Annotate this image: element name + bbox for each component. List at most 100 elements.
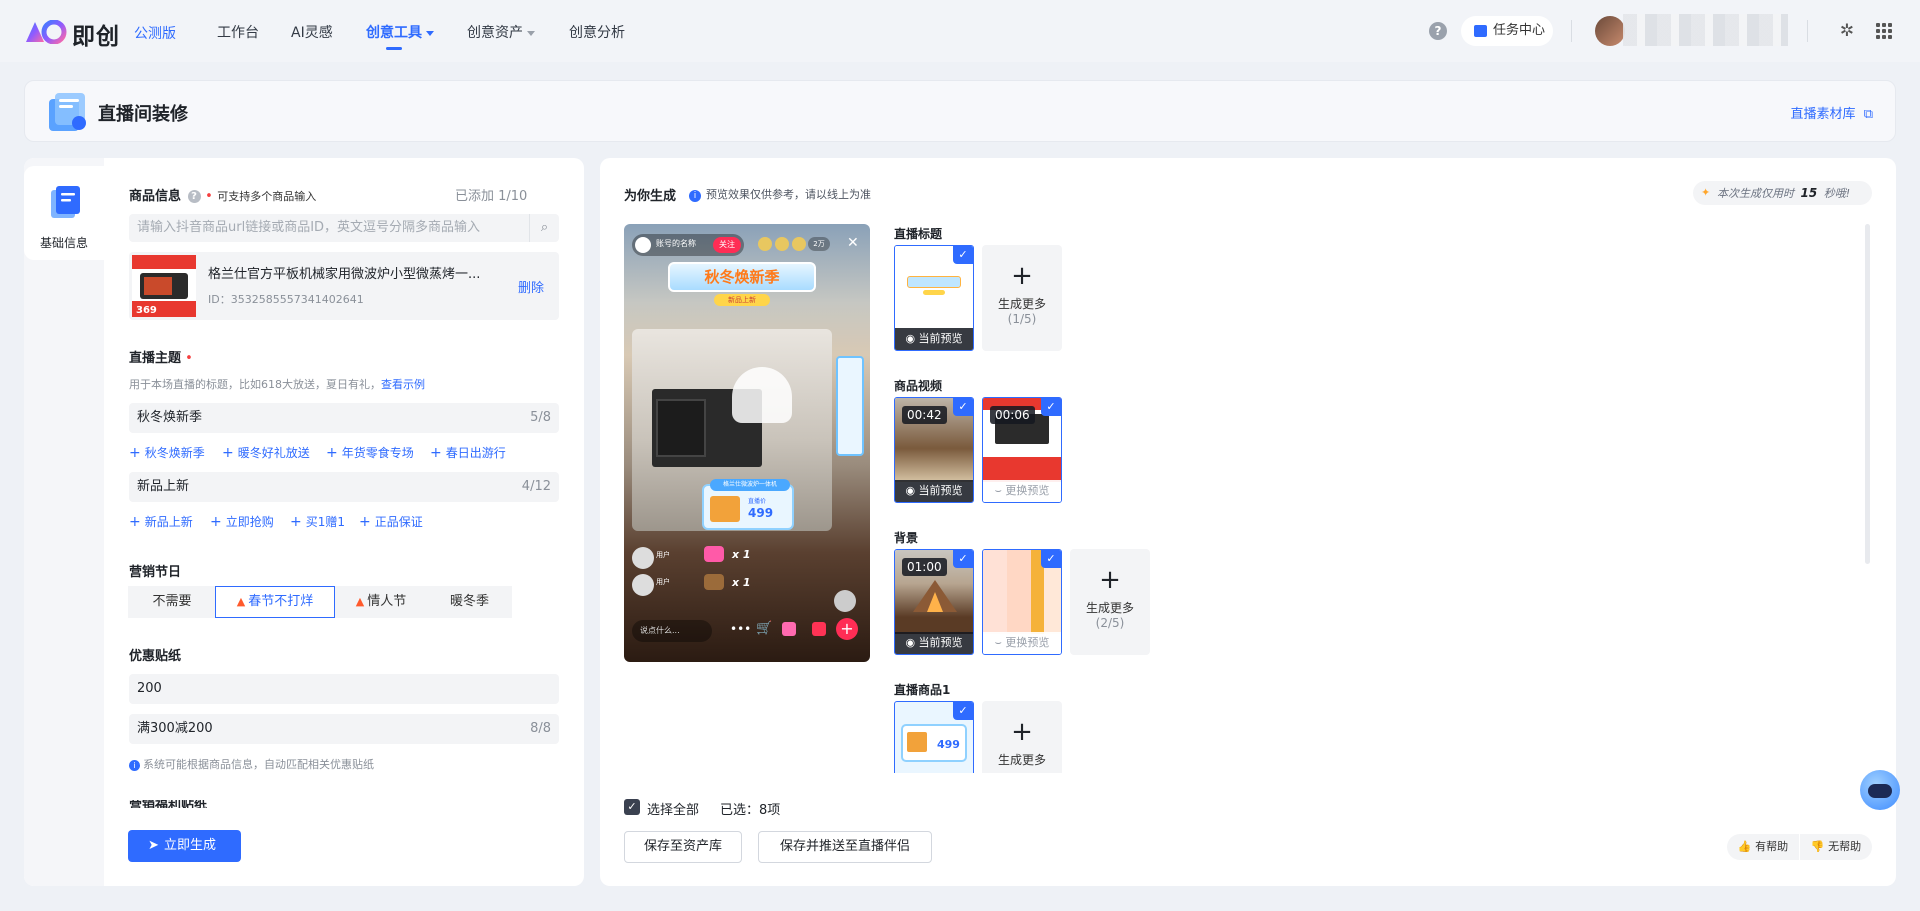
- eye-closed-icon: ⌣: [994, 636, 1006, 649]
- suggest-chip[interactable]: + 春日出游行: [430, 444, 506, 461]
- coupon-amount-input[interactable]: 200: [129, 674, 559, 704]
- festival-option-valentine[interactable]: ▲ 情人节: [335, 586, 427, 618]
- select-all-checkbox[interactable]: ✓: [624, 799, 640, 815]
- eye-closed-icon: ⌣: [994, 484, 1006, 497]
- nav-creative-tools[interactable]: 创意工具: [366, 22, 434, 42]
- assistant-robot-icon[interactable]: [1856, 764, 1900, 824]
- background-asset-card[interactable]: 01:00 ✓ ◉ 当前预览: [894, 549, 974, 655]
- checkbox-checked-icon[interactable]: ✓: [1041, 550, 1061, 568]
- viewer-avatar: [775, 237, 789, 251]
- festival-option-winter[interactable]: 暖冬季: [427, 586, 512, 618]
- product-search-input[interactable]: 请输入抖音商品url链接或商品ID，英文逗号分隔多商品输入 ⌕: [129, 214, 559, 242]
- flame-icon: ▲: [355, 595, 365, 608]
- festival-title: 营销节日: [129, 565, 182, 580]
- delete-product-button[interactable]: 删除: [518, 277, 544, 296]
- product-item-card: 369 格兰仕官方平板机械家用微波炉小型微蒸烤一... ID：353258555…: [129, 252, 559, 320]
- blurred-username[interactable]: [1623, 14, 1788, 46]
- title-asset-card[interactable]: ✓ ◉ 当前预览: [894, 245, 974, 351]
- video-asset-card[interactable]: 00:06 ✓ ⌣ 更换预览: [982, 397, 1062, 503]
- question-circle-icon[interactable]: ?: [1429, 22, 1447, 40]
- festival-option-none[interactable]: 不需要: [128, 586, 216, 618]
- live-material-library-link[interactable]: 直播素材库 ⧉: [1791, 103, 1873, 122]
- select-all-label[interactable]: 选择全部: [647, 799, 699, 818]
- jichuang-logo-icon[interactable]: [24, 20, 68, 44]
- nav-ai-inspiration[interactable]: AI灵感: [291, 22, 333, 42]
- plus-icon: +: [1011, 717, 1033, 747]
- subtitle-count: 4/12: [521, 479, 551, 494]
- generate-button[interactable]: ➤ 立即生成: [128, 830, 241, 862]
- checkbox-checked-icon[interactable]: ✓: [953, 246, 973, 264]
- send-icon: ➤: [148, 838, 159, 853]
- switch-preview-label: 更换预览: [1005, 636, 1050, 649]
- suggest-chip[interactable]: + 买1赠1: [290, 513, 345, 530]
- tab-basic-info[interactable]: 基础信息: [24, 166, 104, 260]
- view-example-link[interactable]: 查看示例: [381, 378, 425, 391]
- scrollbar[interactable]: [1865, 224, 1870, 564]
- video-group-label: 商品视频: [894, 379, 943, 393]
- video-asset-card[interactable]: 00:42 ✓ ◉ 当前预览: [894, 397, 974, 503]
- commenter-avatar: [632, 574, 654, 596]
- product-thumbnail[interactable]: 369: [132, 255, 196, 317]
- video-duration: 00:06: [990, 406, 1035, 424]
- main-title-input[interactable]: 秋冬焕新季 5/8: [129, 403, 559, 433]
- timer-value: 15: [1800, 186, 1818, 200]
- generate-more-button[interactable]: + 生成更多: [982, 701, 1062, 773]
- gift-box-icon: [782, 622, 796, 636]
- viewer-count: 2万: [808, 237, 830, 251]
- checkbox-checked-icon[interactable]: ✓: [1041, 398, 1061, 416]
- nav-creative-assets-label: 创意资产: [467, 25, 523, 41]
- generate-more-button[interactable]: + 生成更多 (1/5): [982, 245, 1062, 351]
- question-circle-icon[interactable]: ?: [187, 190, 201, 203]
- product-info-label: 商品信息: [129, 189, 182, 204]
- product-asset-card[interactable]: 499 ✓: [894, 701, 974, 773]
- nav-workbench[interactable]: 工作台: [217, 22, 259, 42]
- save-to-assets-button[interactable]: 保存至资产库: [624, 831, 742, 863]
- video-duration: 00:42: [902, 406, 947, 424]
- grid-apps-icon[interactable]: [1870, 17, 1898, 45]
- search-icon[interactable]: ⌕: [529, 214, 559, 242]
- checkbox-checked-icon[interactable]: ✓: [953, 702, 973, 720]
- task-center-button[interactable]: 任务中心: [1461, 16, 1553, 46]
- room-name: 账号的名称: [656, 239, 696, 248]
- coupon-rule-count: 8/8: [530, 721, 551, 736]
- suggest-chip[interactable]: + 新品上新: [129, 513, 193, 530]
- switch-preview-bar[interactable]: ⌣ 更换预览: [983, 480, 1061, 502]
- plus-icon: +: [836, 618, 858, 640]
- gear-icon[interactable]: ✲: [1833, 17, 1861, 45]
- suggest-chip-label: 正品保证: [374, 515, 423, 529]
- plus-icon: +: [1011, 261, 1033, 291]
- background-asset-card[interactable]: ✓ ⌣ 更换预览: [982, 549, 1062, 655]
- save-and-push-button[interactable]: 保存并推送至直播伴侣: [758, 831, 932, 863]
- nav-creative-assets[interactable]: 创意资产: [467, 22, 535, 42]
- avatar[interactable]: [1595, 16, 1625, 46]
- subtitle-input[interactable]: 新品上新 4/12: [129, 472, 559, 502]
- suggest-chip[interactable]: + 暖冬好礼放送: [222, 444, 310, 461]
- product-popup-card: 格兰仕微波炉一体机 直播价 499: [702, 479, 794, 530]
- checkbox-checked-icon[interactable]: ✓: [953, 550, 973, 568]
- banner-subtitle: 新品上新: [714, 294, 770, 306]
- top-nav-bar: 即创 公测版 工作台 AI灵感 创意工具 创意资产 创意分析 ? 任务中心 ✲: [0, 0, 1920, 62]
- checkbox-checked-icon[interactable]: ✓: [953, 398, 973, 416]
- background-group-label: 背景: [894, 531, 919, 545]
- generate-more-button[interactable]: + 生成更多 (2/5): [1070, 549, 1150, 655]
- suggest-chip[interactable]: + 年货零食专场: [326, 444, 414, 461]
- more-dots-icon: •••: [730, 622, 752, 636]
- suggest-chip[interactable]: + 立即抢购: [210, 513, 274, 530]
- suggest-chip[interactable]: + 秋冬焕新季: [129, 444, 205, 461]
- current-preview-bar: ◉ 当前预览: [895, 632, 973, 654]
- switch-preview-bar[interactable]: ⌣ 更换预览: [983, 632, 1061, 654]
- not-helpful-button[interactable]: 👎 无帮助: [1800, 834, 1872, 860]
- suggest-chip[interactable]: + 正品保证: [359, 513, 423, 530]
- generate-label: 立即生成: [164, 838, 217, 853]
- room-info-pill: 账号的名称 关注: [632, 234, 744, 256]
- nav-creative-analysis[interactable]: 创意分析: [569, 22, 625, 42]
- selected-count: 已选：8项: [720, 799, 780, 818]
- helpful-button[interactable]: 👍 有帮助: [1727, 834, 1799, 860]
- eye-icon: ◉: [905, 636, 919, 649]
- main-title-value: 秋冬焕新季: [137, 410, 203, 425]
- logo-text: 即创: [72, 24, 120, 50]
- festival-option-spring[interactable]: ▲ 春节不打烊: [215, 586, 335, 618]
- side-product-card: [836, 356, 864, 456]
- coupon-rule-input[interactable]: 满300减200 8/8: [129, 714, 559, 744]
- required-mark: •: [181, 351, 193, 366]
